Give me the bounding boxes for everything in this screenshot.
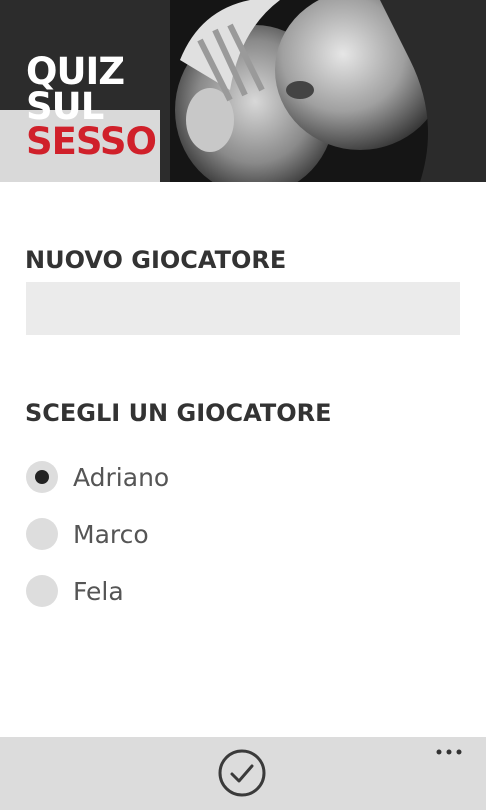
new-player-title: NUOVO GIOCATORE	[25, 246, 287, 274]
radio-button[interactable]	[26, 518, 58, 550]
player-option-adriano[interactable]: Adriano	[26, 457, 169, 497]
player-label: Adriano	[73, 462, 170, 492]
app-logo: QUIZ SUL SESSO	[26, 50, 157, 163]
logo-line-2: SUL	[26, 85, 104, 128]
radio-button[interactable]	[26, 575, 58, 607]
header-banner: QUIZ SUL SESSO	[0, 0, 486, 182]
app-bar	[0, 737, 486, 810]
player-label: Marco	[73, 519, 149, 549]
choose-player-title: SCEGLI UN GIOCATORE	[25, 399, 332, 427]
player-option-marco[interactable]: Marco	[26, 514, 149, 554]
logo-line-3: SESSO	[26, 120, 157, 163]
player-option-fela[interactable]: Fela	[26, 571, 124, 611]
new-player-input[interactable]	[26, 282, 460, 335]
logo-line-1: QUIZ	[26, 50, 125, 93]
player-label: Fela	[73, 576, 124, 606]
radio-button-selected[interactable]	[26, 461, 58, 493]
more-dots-icon[interactable]	[434, 742, 464, 762]
radio-dot-icon	[35, 470, 49, 484]
check-circle-icon[interactable]	[218, 749, 266, 797]
